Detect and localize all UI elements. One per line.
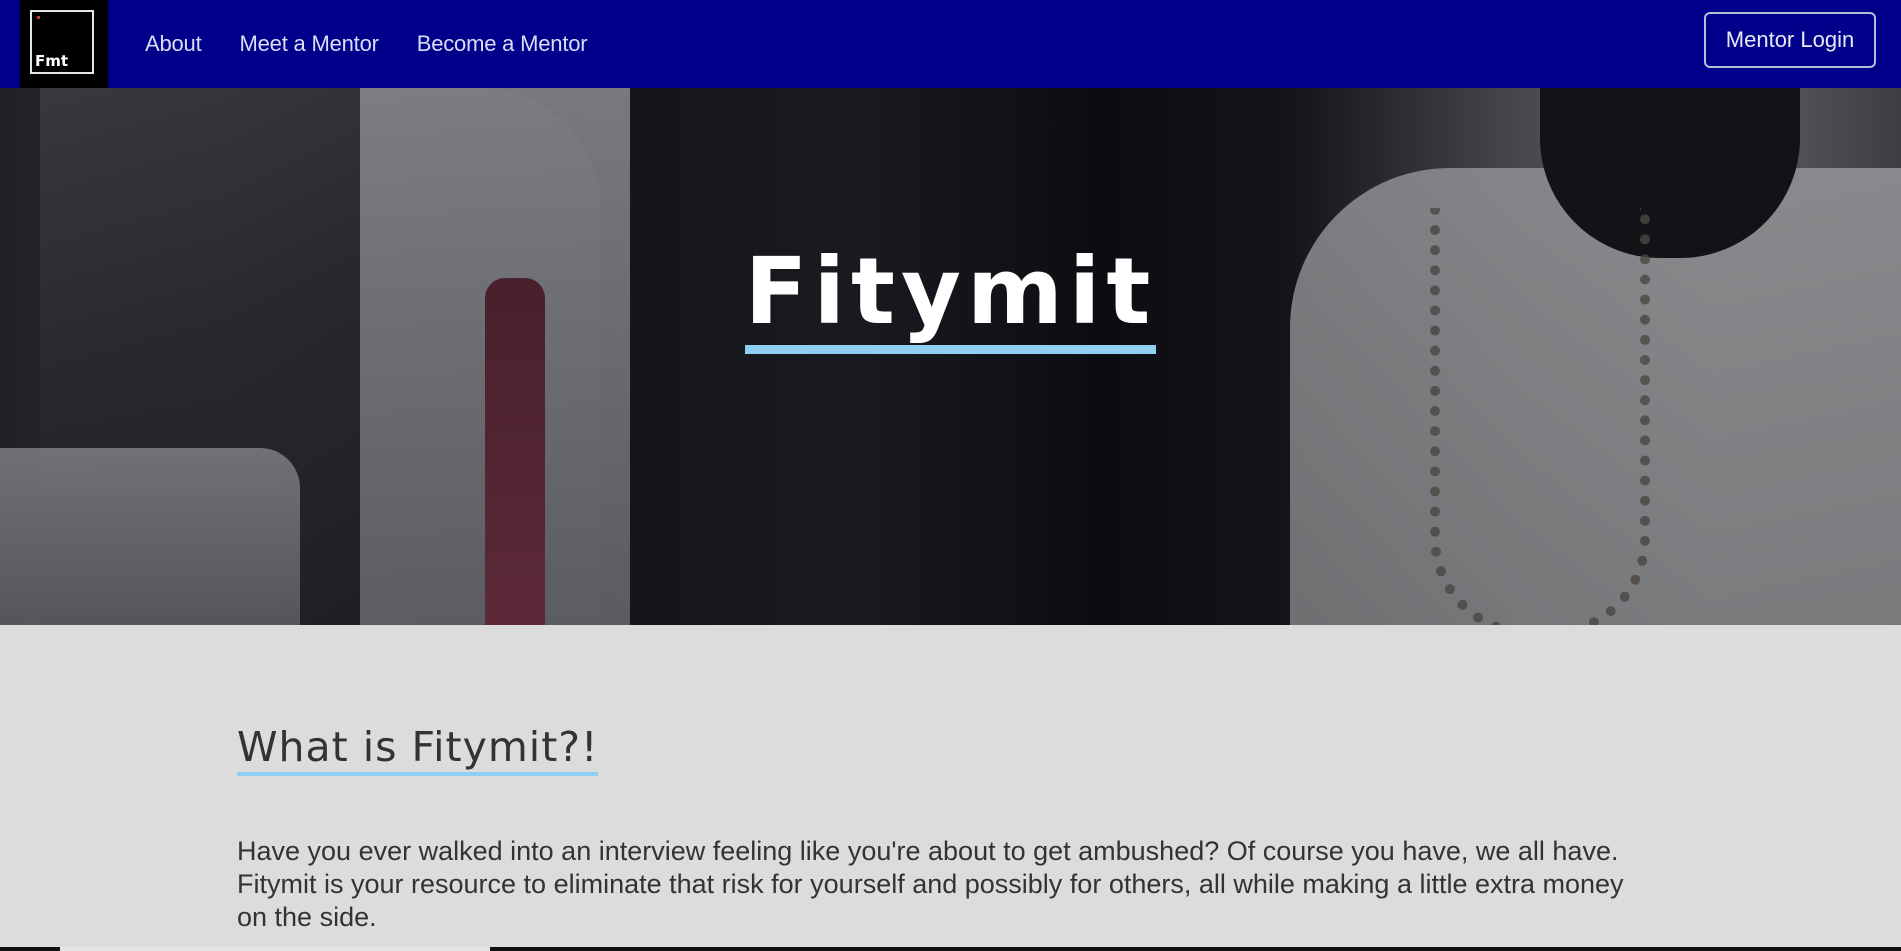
hero-banner: Fitymit	[0, 88, 1901, 625]
top-navbar: Fmt About Meet a Mentor Become a Mentor …	[0, 0, 1901, 88]
hero-title-text: Fitymit	[744, 238, 1157, 354]
nav-links: About Meet a Mentor Become a Mentor	[145, 0, 625, 88]
section-heading: What is Fitymit?!	[237, 723, 599, 776]
bottom-edge-highlight	[60, 947, 490, 951]
hero-title: Fitymit	[0, 238, 1901, 354]
logo-box: Fmt	[30, 10, 94, 74]
logo-text: Fmt	[35, 52, 69, 70]
mentor-login-button[interactable]: Mentor Login	[1704, 12, 1876, 68]
logo[interactable]: Fmt	[20, 0, 108, 88]
bottom-edge	[0, 947, 1901, 951]
logo-dot	[37, 16, 40, 19]
nav-link-meet-a-mentor[interactable]: Meet a Mentor	[240, 31, 379, 57]
about-section: What is Fitymit?! Have you ever walked i…	[0, 625, 1901, 951]
section-heading-text: What is Fitymit?!	[237, 723, 599, 776]
nav-link-become-a-mentor[interactable]: Become a Mentor	[417, 31, 588, 57]
nav-link-about[interactable]: About	[145, 31, 202, 57]
hero-overlay	[0, 88, 1901, 625]
intro-paragraph: Have you ever walked into an interview f…	[237, 836, 1624, 932]
